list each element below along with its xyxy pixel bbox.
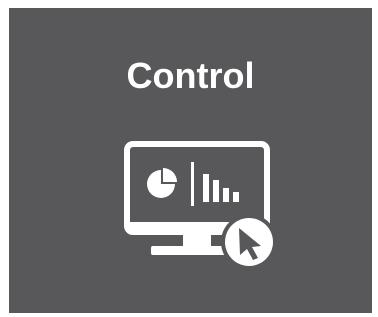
control-tile[interactable]: Control	[9, 8, 372, 313]
monitor-neck	[183, 232, 211, 248]
tile-title: Control	[126, 55, 255, 96]
screen-divider	[191, 162, 194, 206]
monitor-dashboard-cursor-icon	[124, 141, 277, 270]
cursor-icon	[221, 214, 277, 270]
